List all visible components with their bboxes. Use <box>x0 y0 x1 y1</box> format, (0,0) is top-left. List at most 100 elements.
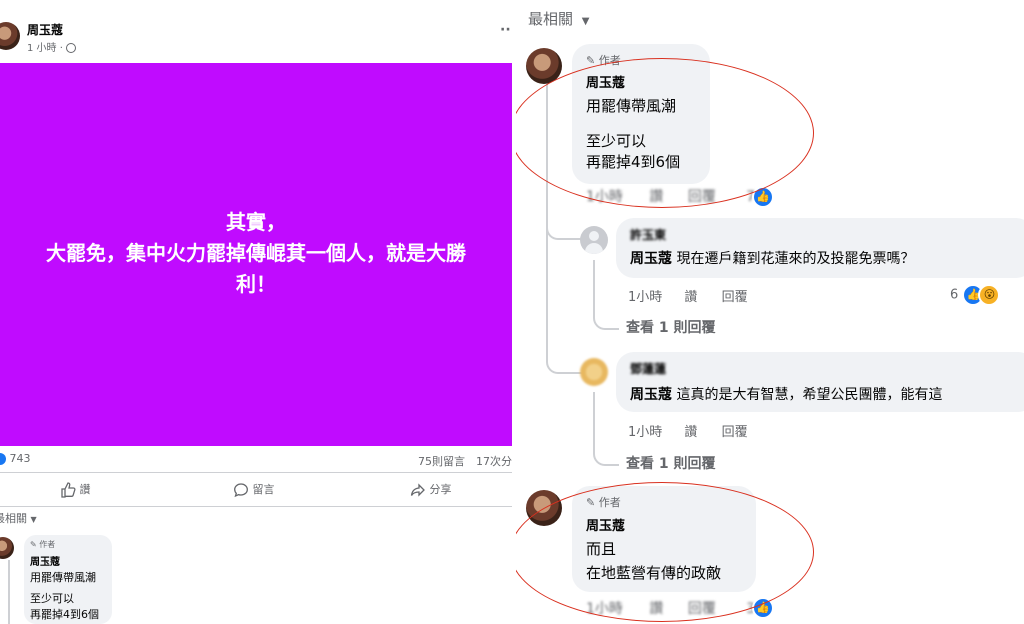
default-user-icon <box>589 231 599 241</box>
comment-2-time[interactable]: 1小時 <box>628 290 662 305</box>
comment-4-line-2: 在地藍營有傳的政敵 <box>586 564 722 582</box>
comment-4-like-link[interactable]: 讚 <box>649 601 663 617</box>
comment-3-body: 這真的是大有智慧，希望公民團體，能有這 <box>676 387 943 403</box>
share-count[interactable]: 17次分 <box>476 453 512 469</box>
like-button[interactable]: 讚 <box>60 481 91 498</box>
comment-4-line-1: 而且 <box>586 540 617 558</box>
image-text-line-3: 利！ <box>236 272 276 296</box>
chevron-down-icon: ▼ <box>581 16 590 27</box>
comment-thread-line <box>8 560 10 624</box>
comment-2-reaction-count: 6 <box>950 287 959 303</box>
image-text-line-2: 大罷免，集中火力罷掉傳崐萁一個人，就是大勝 <box>46 241 466 265</box>
thumbs-up-icon <box>61 482 76 498</box>
comment-1-author[interactable]: 周玉蔻 <box>586 72 625 91</box>
author-badge-4-label: 作者 <box>598 496 621 509</box>
post-image[interactable]: 其實， 大罷免，集中火力罷掉傳崐萁一個人，就是大勝 利！ <box>0 63 512 446</box>
comment-3-meta: 1小時 讚 回覆 <box>628 421 748 440</box>
comment-3-mention[interactable]: 周玉蔻 <box>630 387 672 403</box>
sort-dropdown-right[interactable]: 最相關 ▼ <box>528 8 590 29</box>
comment-2-meta: 1小時 讚 回覆 <box>628 286 748 305</box>
reaction-count: 743 <box>9 452 31 465</box>
comment-3-bubble: 鄧蓮蓮 周玉蔻 這真的是大有智慧，希望公民團體，能有這 <box>616 352 1024 412</box>
post-more-icon[interactable]: ·· <box>500 22 511 38</box>
sort-label-right: 最相關 <box>528 10 574 28</box>
comment-bubble: ✎ 作者 周玉蔻 用罷傳帶風潮 至少可以 再罷掉4到6個 <box>24 535 112 624</box>
wow-reaction-icon: 😮 <box>978 284 1001 306</box>
left-post-panel: 周玉蔻 1 小時 · ·· 其實， 大罷免，集中火力罷掉傳崐萁一個人，就是大勝 … <box>0 0 516 624</box>
comment-4-reply-link[interactable]: 回覆 <box>688 601 716 617</box>
comment-2-like-link[interactable]: 讚 <box>684 290 697 305</box>
comment-2-mention[interactable]: 周玉蔻 <box>630 251 672 267</box>
comment-count[interactable]: 75則留言 <box>418 453 465 469</box>
comment-icon <box>234 483 248 498</box>
comment-3-text: 周玉蔻 這真的是大有智慧，希望公民團體，能有這 <box>630 384 942 404</box>
default-user-body <box>585 243 603 254</box>
comment-4-avatar[interactable] <box>526 490 562 526</box>
comment-1-like-link[interactable]: 讚 <box>649 189 663 205</box>
like-reaction-icon: 👍 <box>752 186 774 208</box>
post-time-text: 1 小時 · <box>27 43 67 54</box>
comment-3-like-link[interactable]: 讚 <box>684 425 697 440</box>
post-author-avatar[interactable] <box>0 22 20 50</box>
divider-bottom <box>0 506 512 507</box>
comment-3-author[interactable]: 鄧蓮蓮 <box>630 360 666 377</box>
post-author-name[interactable]: 周玉蔻 <box>27 21 63 38</box>
comment-avatar[interactable] <box>0 537 14 559</box>
comment-3-time[interactable]: 1小時 <box>628 425 662 440</box>
share-arrow-icon <box>410 483 425 497</box>
right-comments-panel: 最相關 ▼ ✎ 作者 周玉蔻 用罷傳帶風潮 至少可以 再罷掉4到6個 1小時 讚… <box>516 0 1024 624</box>
pencil-icon: ✎ <box>586 496 596 509</box>
comment-2-view-replies[interactable]: 查看 1 則回覆 <box>626 317 716 337</box>
image-text-line-1: 其實， <box>226 210 286 234</box>
comment-1-meta: 1小時 讚 回覆 76 <box>586 186 764 206</box>
comment-line-2: 至少可以 <box>30 592 74 605</box>
author-badge-4: ✎ 作者 <box>586 494 621 510</box>
comment-2-author[interactable]: 許玉東 <box>630 226 666 243</box>
comment-3-reply-link[interactable]: 回覆 <box>722 425 748 440</box>
divider-top <box>0 472 512 473</box>
pencil-icon: ✎ <box>30 540 37 549</box>
globe-icon <box>66 43 77 53</box>
like-button-label: 讚 <box>79 483 91 496</box>
comment-4-meta: 1小時 讚 回覆 37 <box>586 598 764 618</box>
share-button-label: 分享 <box>429 483 452 496</box>
comment-2-bubble: 許玉東 周玉蔻 現在遷戶籍到花蓮來的及投罷免票嗎？ <box>616 218 1024 278</box>
author-badge-1: ✎ 作者 <box>586 52 621 68</box>
comment-3-view-replies[interactable]: 查看 1 則回覆 <box>626 453 716 473</box>
author-badge-label: 作者 <box>39 540 56 549</box>
chevron-down-icon: ▼ <box>30 515 37 524</box>
comment-1-bubble: ✎ 作者 周玉蔻 用罷傳帶風潮 至少可以 再罷掉4到6個 <box>572 44 710 184</box>
like-reaction-icon: 👍 <box>752 597 774 619</box>
comment-1-line-3: 再罷掉4到6個 <box>586 153 681 171</box>
sort-label: 最相關 <box>0 512 27 525</box>
comment-4-bubble: ✎ 作者 周玉蔻 而且 在地藍營有傳的政敵 <box>572 486 756 592</box>
like-reaction-icon <box>0 453 6 465</box>
author-badge-1-label: 作者 <box>598 54 621 67</box>
post-image-text: 其實， 大罷免，集中火力罷掉傳崐萁一個人，就是大勝 利！ <box>0 207 512 300</box>
comment-1-time[interactable]: 1小時 <box>586 189 623 205</box>
comment-2-avatar[interactable] <box>580 226 608 254</box>
post-timestamp: 1 小時 · <box>27 39 77 54</box>
reaction-summary[interactable]: 743 <box>0 452 31 465</box>
comment-2-body: 現在遷戶籍到花蓮來的及投罷免票嗎？ <box>676 251 915 267</box>
author-badge: ✎ 作者 <box>30 539 55 550</box>
comment-1-reply-link[interactable]: 回覆 <box>688 189 716 205</box>
comment-2-reply-link[interactable]: 回覆 <box>722 290 748 305</box>
pencil-icon: ✎ <box>586 54 596 67</box>
comment-3-avatar[interactable] <box>580 358 608 386</box>
share-button[interactable]: 分享 <box>410 481 452 498</box>
comment-button[interactable]: 留言 <box>233 481 275 498</box>
sort-dropdown[interactable]: 最相關 ▼ <box>0 510 37 526</box>
comment-2-text: 周玉蔻 現在遷戶籍到花蓮來的及投罷免票嗎？ <box>630 248 914 268</box>
view-elbow-2 <box>593 440 619 466</box>
comment-4-author[interactable]: 周玉蔻 <box>586 515 625 534</box>
comment-4-time[interactable]: 1小時 <box>586 601 623 617</box>
comment-line-3: 再罷掉4到6個 <box>30 608 99 621</box>
comment-author[interactable]: 周玉蔻 <box>30 553 60 568</box>
comment-1-line-2: 至少可以 <box>586 132 647 150</box>
comment-2-reactions[interactable]: 6 👍 😮 <box>950 284 1001 306</box>
comment-button-label: 留言 <box>252 483 275 496</box>
comment-line-1: 用罷傳帶風潮 <box>30 571 96 584</box>
comment-1-avatar[interactable] <box>526 48 562 84</box>
comment-1-line-1: 用罷傳帶風潮 <box>586 97 677 115</box>
